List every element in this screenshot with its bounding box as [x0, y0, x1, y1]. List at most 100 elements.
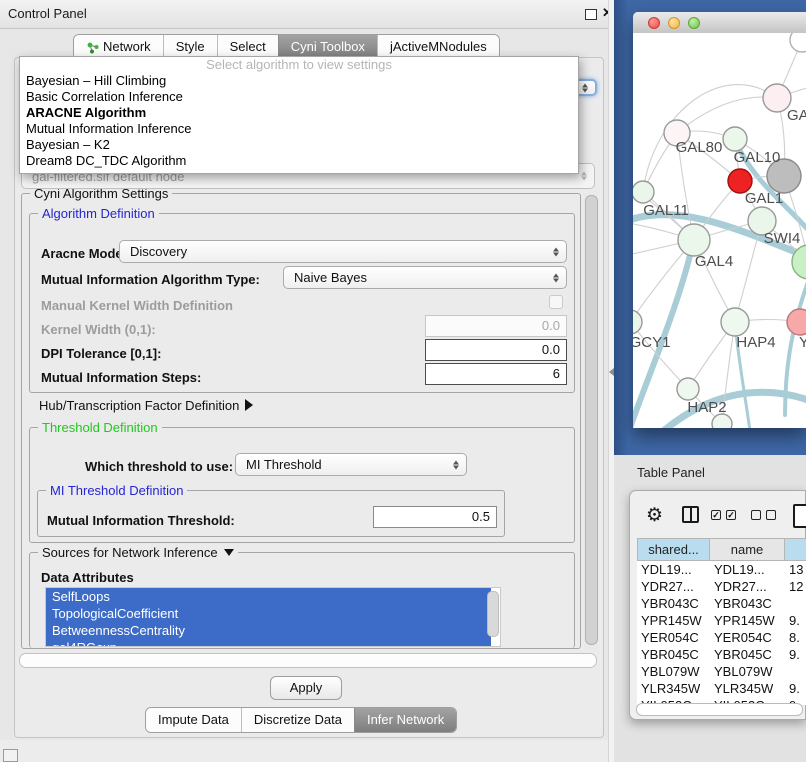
table-cell[interactable]: 9. — [789, 680, 800, 697]
aracne-mode-combobox[interactable]: Discovery — [119, 240, 567, 263]
table-cell[interactable]: 12 — [789, 578, 803, 595]
dpi-tolerance-field[interactable]: 0.0 — [425, 339, 567, 361]
checked-box-icon[interactable]: ✓ — [711, 510, 721, 520]
table-cell[interactable]: YDR27... — [714, 578, 767, 595]
hub-section-toggle[interactable]: Hub/Transcription Factor Definition — [39, 398, 253, 413]
algorithm-option[interactable]: Bayesian – K2 — [20, 137, 578, 153]
table-row[interactable]: YLR345W YLR345W 9. — [637, 680, 806, 697]
table-cell[interactable]: YBR045C — [641, 646, 699, 663]
table-cell[interactable]: YLR345W — [641, 680, 700, 697]
split-columns-icon[interactable] — [682, 506, 699, 523]
table-cell[interactable]: YDL19... — [641, 561, 692, 578]
float-panel-icon[interactable] — [585, 9, 597, 20]
zoom-window-icon[interactable] — [688, 17, 700, 29]
network-node-label: GAL10 — [734, 149, 781, 166]
table-column-header[interactable]: shared... — [637, 538, 710, 561]
application-window: Control Panel ✕ NetworkStyleSelectCyni T… — [0, 0, 806, 762]
settings-vertical-scrollbar[interactable] — [584, 193, 598, 649]
network-node[interactable] — [790, 33, 806, 52]
mi-threshold-title: MI Threshold Definition — [46, 483, 187, 498]
table-row[interactable]: YDL19... YDL19... 13 — [637, 561, 806, 578]
attribute-list-item[interactable]: TopologicalCoefficient — [46, 605, 491, 622]
table-cell[interactable]: YPR145W — [714, 612, 775, 629]
list-scrollbar-thumb[interactable] — [487, 591, 499, 637]
table-cell[interactable]: 8. — [789, 629, 800, 646]
table-cell[interactable]: YDR27... — [641, 578, 694, 595]
table-row[interactable]: YER054C YER054C 8. — [637, 629, 806, 646]
table-cell[interactable]: YPR145W — [641, 612, 702, 629]
manual-kernel-checkbox[interactable] — [549, 295, 563, 309]
network-node[interactable] — [633, 310, 642, 334]
table-row[interactable]: YDR27... YDR27... 12 — [637, 578, 806, 595]
tab-infer-network[interactable]: Infer Network — [354, 708, 456, 732]
algorithm-option[interactable]: Basic Correlation Inference — [20, 89, 578, 105]
table-cell[interactable]: YBR043C — [714, 595, 772, 612]
table-cell[interactable]: YER054C — [714, 629, 772, 646]
table-cell[interactable]: YBR043C — [641, 595, 699, 612]
combo-arrows-icon — [453, 460, 459, 469]
network-node-label: HAP2 — [687, 399, 726, 416]
mi-threshold-field[interactable]: 0.5 — [373, 506, 497, 528]
table-row[interactable]: YBR045C YBR045C 9. — [637, 646, 806, 663]
network-node[interactable] — [712, 414, 732, 428]
table-row[interactable]: YPR145W YPR145W 9. — [637, 612, 806, 629]
tab-impute-data[interactable]: Impute Data — [146, 708, 241, 732]
network-node[interactable] — [787, 309, 806, 335]
table-panel-title: Table Panel — [637, 465, 705, 480]
network-window-titlebar[interactable] — [633, 12, 806, 34]
algorithm-dropdown-popup: Select algorithm to view settings Bayesi… — [19, 56, 579, 174]
scrollbar-thumb[interactable] — [585, 195, 598, 645]
tab-discretize-data[interactable]: Discretize Data — [241, 708, 354, 732]
algorithm-option[interactable]: Bayesian – Hill Climbing — [20, 73, 578, 89]
control-panel: Control Panel ✕ NetworkStyleSelectCyni T… — [0, 0, 614, 740]
table-body: YDL19...YDL19...13YDR27...YDR27...12YBR0… — [637, 561, 806, 705]
data-attributes-label: Data Attributes — [41, 570, 134, 585]
checked-box-icon[interactable]: ✓ — [726, 510, 736, 520]
page-icon[interactable] — [793, 504, 806, 528]
table-cell[interactable]: 13 — [789, 561, 803, 578]
table-cell[interactable]: YDL19... — [714, 561, 765, 578]
table-cell[interactable]: YER054C — [641, 629, 699, 646]
table-cell[interactable]: YLR345W — [714, 680, 773, 697]
table-column-header[interactable] — [785, 538, 806, 561]
network-node[interactable] — [721, 308, 749, 336]
settings-horizontal-scrollbar[interactable] — [19, 653, 597, 668]
table-cell[interactable]: YBL079W — [714, 663, 773, 680]
attribute-list-item[interactable]: BetweennessCentrality — [46, 622, 491, 639]
table-row[interactable]: YBR043C YBR043C — [637, 595, 806, 612]
network-canvas[interactable]: GALGAL80GAL10GAL1SWI4GAL11GAL4GCY1HAP4YH… — [633, 33, 806, 428]
network-node-label: GAL1 — [745, 190, 783, 207]
unchecked-box-icon[interactable] — [766, 510, 776, 520]
attribute-list-item[interactable]: gal4RGexp — [46, 639, 491, 647]
table-cell[interactable]: 9. — [789, 612, 800, 629]
algorithm-definition-title: Algorithm Definition — [38, 206, 159, 221]
table-column-header[interactable]: name — [710, 538, 785, 561]
algorithm-option[interactable]: Dream8 DC_TDC Algorithm — [20, 153, 578, 169]
attribute-list-item[interactable]: SelfLoops — [46, 588, 491, 605]
which-threshold-combobox[interactable]: MI Threshold — [235, 453, 467, 476]
table-cell[interactable]: YBR045C — [714, 646, 772, 663]
control-panel-titlebar: Control Panel ✕ — [0, 0, 614, 29]
algorithm-option[interactable]: Mutual Information Inference — [20, 121, 578, 137]
minimize-window-icon[interactable] — [668, 17, 680, 29]
apply-button[interactable]: Apply — [270, 676, 342, 700]
gear-icon[interactable]: ⚙ — [646, 507, 663, 525]
table-horizontal-scrollbar[interactable] — [636, 703, 803, 716]
network-node[interactable] — [633, 181, 654, 203]
mi-steps-field[interactable]: 6 — [425, 363, 567, 385]
mi-type-combobox[interactable]: Naive Bayes — [283, 266, 567, 289]
network-node[interactable] — [678, 224, 710, 256]
table-row[interactable]: YBL079W YBL079W — [637, 663, 806, 680]
aracne-mode-value: Discovery — [130, 241, 187, 262]
unchecked-box-icon[interactable] — [751, 510, 761, 520]
network-node[interactable] — [723, 127, 747, 151]
algorithm-option[interactable]: ARACNE Algorithm — [20, 105, 578, 121]
kernel-width-field[interactable]: 0.0 — [425, 315, 567, 337]
close-window-icon[interactable] — [648, 17, 660, 29]
data-attributes-list: SelfLoopsTopologicalCoefficientBetweenne… — [45, 587, 501, 647]
table-cell[interactable]: 9. — [789, 646, 800, 663]
network-node[interactable] — [677, 378, 699, 400]
panel-grip-icon[interactable] — [3, 749, 18, 762]
table-cell[interactable]: YBL079W — [641, 663, 700, 680]
combo-arrows-icon — [553, 247, 559, 256]
